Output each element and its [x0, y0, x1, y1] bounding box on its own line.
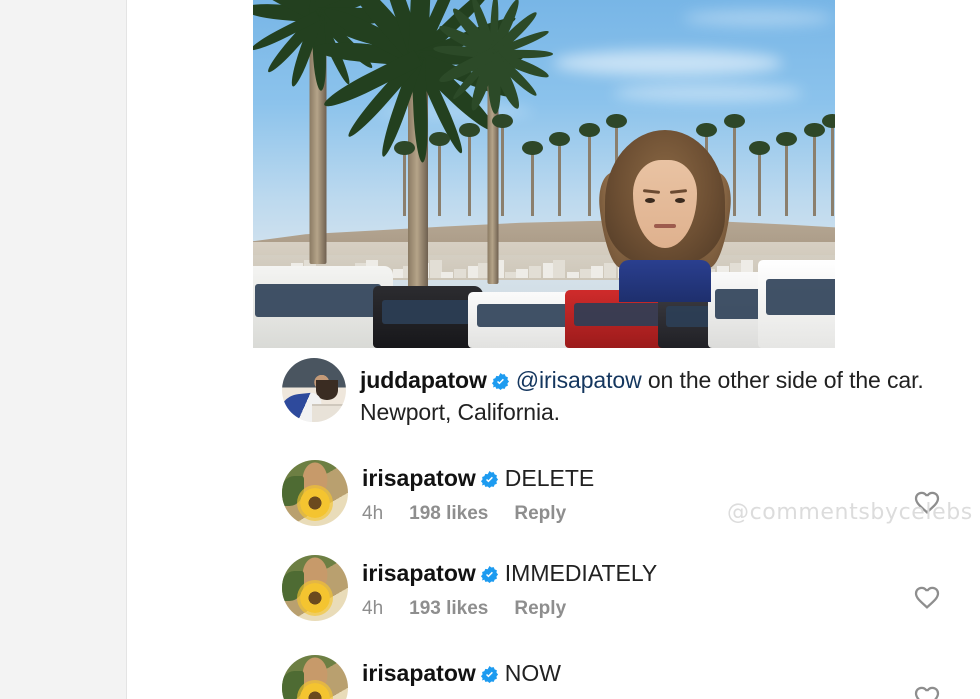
- verified-badge-icon: [480, 565, 499, 584]
- heart-outline-icon[interactable]: [912, 682, 942, 699]
- comment-likes-count[interactable]: 193 likes: [409, 598, 488, 620]
- comment-timestamp: 4h: [362, 503, 383, 525]
- comment-reply-button[interactable]: Reply: [514, 503, 566, 525]
- verified-badge-icon: [480, 665, 499, 684]
- comment-body: irisapatow IMMEDIATELY 4h 193 likes Reply: [362, 555, 980, 621]
- comment-username[interactable]: irisapatow: [362, 465, 476, 491]
- comment-line: irisapatow IMMEDIATELY: [362, 559, 980, 587]
- left-gutter: [0, 0, 126, 699]
- comment-row: irisapatow NOW: [282, 655, 980, 699]
- post-card: juddapatow @irisapatow on the other side …: [127, 0, 980, 699]
- caption-username[interactable]: juddapatow: [360, 367, 487, 393]
- comment-body: irisapatow NOW: [362, 655, 980, 699]
- comment-meta: 4h 193 likes Reply: [362, 598, 980, 620]
- cloud: [683, 10, 833, 26]
- cloud: [553, 50, 783, 76]
- comment-body: irisapatow DELETE 4h 198 likes Reply: [362, 460, 980, 526]
- comment-username[interactable]: irisapatow: [362, 660, 476, 686]
- verified-badge-icon: [491, 372, 510, 391]
- comment-text: NOW: [505, 660, 561, 686]
- comment-row: irisapatow IMMEDIATELY 4h 193 likes Reply: [282, 555, 980, 621]
- verified-badge-icon: [480, 470, 499, 489]
- parking-lot: [253, 246, 835, 348]
- car: [758, 260, 835, 348]
- instagram-post-screenshot: juddapatow @irisapatow on the other side …: [0, 0, 980, 699]
- heart-outline-icon[interactable]: [912, 582, 942, 612]
- avatar-irisapatow[interactable]: [282, 655, 348, 699]
- avatar-irisapatow[interactable]: [282, 555, 348, 621]
- comment-timestamp: 4h: [362, 598, 383, 620]
- car: [253, 266, 393, 348]
- caption-text: juddapatow @irisapatow on the other side …: [360, 364, 980, 428]
- avatar-juddapatow[interactable]: [282, 358, 346, 422]
- comment-line: irisapatow DELETE: [362, 464, 980, 492]
- caption-body: juddapatow @irisapatow on the other side …: [360, 358, 980, 428]
- car: [373, 286, 483, 348]
- comment-reply-button[interactable]: Reply: [514, 598, 566, 620]
- comment-row: irisapatow DELETE 4h 198 likes Reply: [282, 460, 980, 526]
- avatar-irisapatow[interactable]: [282, 460, 348, 526]
- comment-meta: 4h 198 likes Reply: [362, 503, 980, 525]
- girl-subject: [605, 130, 725, 302]
- cloud: [613, 84, 803, 102]
- post-caption-row: juddapatow @irisapatow on the other side …: [282, 358, 980, 428]
- comment-text: DELETE: [505, 465, 594, 491]
- comment-text: IMMEDIATELY: [505, 560, 658, 586]
- comment-line: irisapatow NOW: [362, 659, 980, 687]
- comment-username[interactable]: irisapatow: [362, 560, 476, 586]
- caption-mention[interactable]: @irisapatow: [516, 367, 642, 393]
- photo-sky: [253, 0, 835, 348]
- post-photo[interactable]: [253, 0, 835, 348]
- comment-likes-count[interactable]: 198 likes: [409, 503, 488, 525]
- heart-outline-icon[interactable]: [912, 487, 942, 517]
